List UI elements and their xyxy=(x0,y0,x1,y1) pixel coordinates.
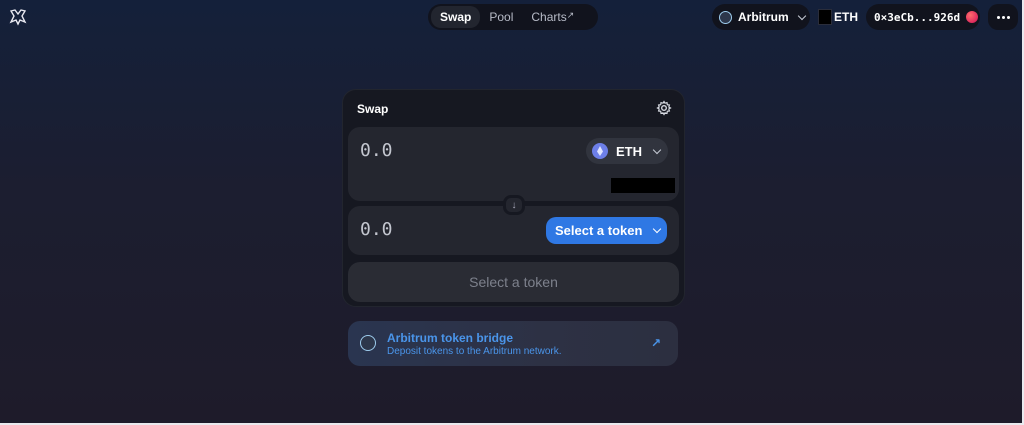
swap-card: Swap 0.0 ETH ↓ 0.0 Select a token Select… xyxy=(342,89,685,307)
input-token-symbol: ETH xyxy=(616,143,642,159)
arbitrum-icon xyxy=(360,335,376,351)
swap-title: Swap xyxy=(357,102,389,116)
tab-charts[interactable]: Charts↗ xyxy=(522,6,583,28)
external-link-icon: ↗ xyxy=(651,336,662,350)
bridge-banner[interactable]: Arbitrum token bridge Deposit tokens to … xyxy=(348,321,678,366)
bridge-subtitle: Deposit tokens to the Arbitrum network. xyxy=(387,346,562,357)
ellipsis-icon xyxy=(996,15,1000,19)
account-address: 0×3eCb...926d xyxy=(874,10,961,24)
switch-direction-button[interactable]: ↓ xyxy=(503,195,525,215)
select-token-label: Select a token xyxy=(555,223,643,238)
swap-action-label: Select a token xyxy=(469,274,558,290)
tab-swap[interactable]: Swap xyxy=(431,6,481,28)
tab-pool[interactable]: Pool xyxy=(480,6,522,28)
chevron-down-icon xyxy=(652,145,662,154)
swap-action-button[interactable]: Select a token xyxy=(348,262,679,302)
chevron-down-icon xyxy=(653,224,662,234)
select-token-button[interactable]: Select a token xyxy=(546,217,667,244)
tab-charts-label: Charts xyxy=(531,10,567,24)
more-button[interactable] xyxy=(988,4,1018,30)
bridge-title: Arbitrum token bridge xyxy=(387,331,514,345)
arbitrum-icon xyxy=(719,10,732,24)
network-selector[interactable]: Arbitrum xyxy=(712,4,810,30)
output-amount[interactable]: 0.0 xyxy=(360,219,393,240)
redacted-balance xyxy=(611,178,675,193)
account-button[interactable]: 0×3eCb...926d xyxy=(866,4,980,30)
eth-icon xyxy=(592,143,608,159)
input-token-selector[interactable]: ETH xyxy=(586,138,668,164)
tab-pool-label: Pool xyxy=(489,10,514,24)
arrow-down-icon: ↓ xyxy=(511,199,517,211)
input-amount[interactable]: 0.0 xyxy=(360,140,393,161)
network-label: Arbitrum xyxy=(738,10,789,24)
balance-symbol: ETH xyxy=(834,10,858,24)
gear-icon[interactable] xyxy=(656,100,672,116)
avatar xyxy=(966,11,979,23)
chevron-down-icon xyxy=(797,11,806,20)
nav-tabs: Swap Pool Charts↗ xyxy=(428,4,598,30)
tab-swap-label: Swap xyxy=(440,10,472,24)
external-link-icon: ↗ xyxy=(566,10,575,20)
uniswap-logo-icon[interactable] xyxy=(8,7,28,27)
eth-balance: ETH xyxy=(818,6,858,28)
input-panel: 0.0 ETH xyxy=(348,127,679,201)
redacted-balance xyxy=(818,9,832,25)
